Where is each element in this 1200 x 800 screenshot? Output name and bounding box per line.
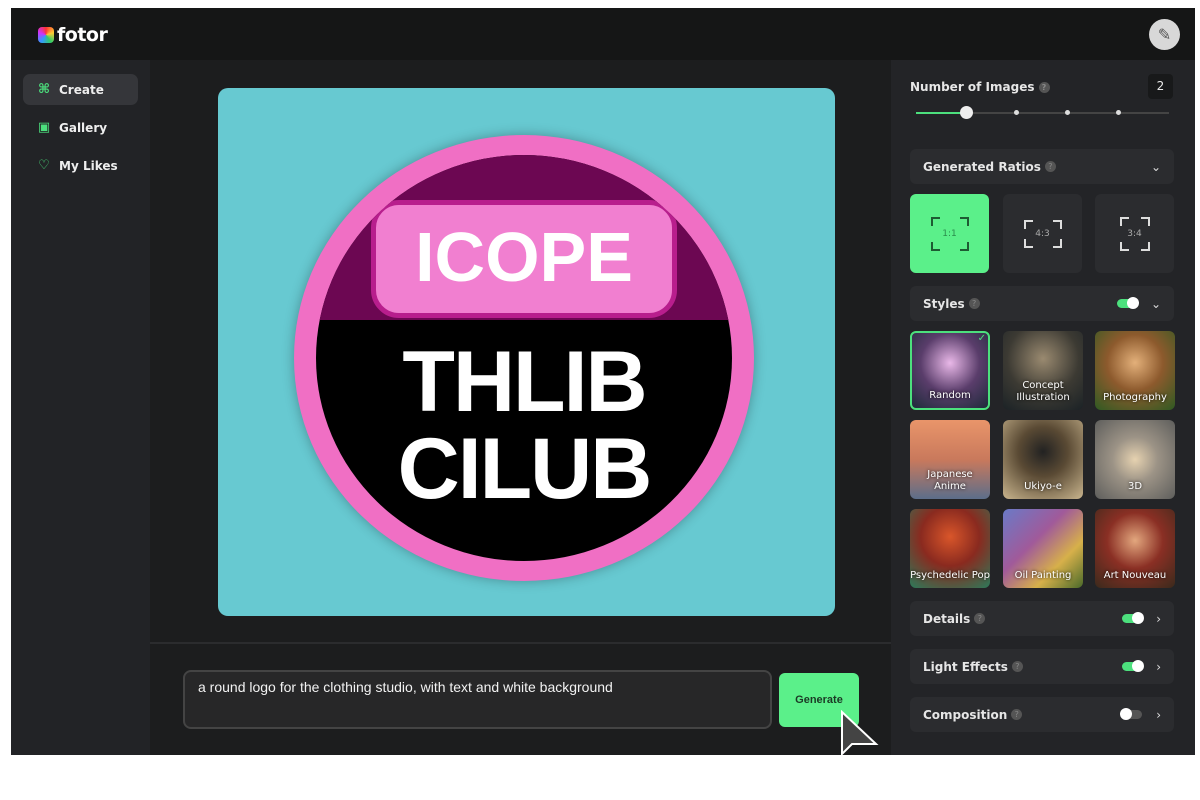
ratio-4-3[interactable]: 4:3 [1003,194,1082,273]
ratio-label: 1:1 [942,228,957,239]
sidebar: ⌘ Create ▣ Gallery ♡ My Likes [11,60,150,755]
style-japanese-anime[interactable]: Japanese Anime [910,420,990,499]
style-art-nouveau[interactable]: Art Nouveau [1095,509,1175,588]
sidebar-item-label: Create [59,82,104,97]
style-label: 3D [1127,481,1143,492]
styles-section[interactable]: Styles? ⌄ [910,286,1174,321]
generated-image[interactable]: ICOPE THLIB CILUB [218,88,835,616]
composition-toggle[interactable] [1120,708,1143,720]
gallery-icon: ▣ [37,120,51,135]
chevron-down-icon: ⌄ [1150,159,1161,174]
logo-top-text: ICOPE [371,200,677,318]
style-label: Ukiyo-e [1024,481,1062,492]
number-of-images-slider[interactable] [916,106,1169,119]
style-label: Oil Painting [1014,570,1072,581]
details-toggle[interactable] [1122,612,1145,624]
light-effects-toggle[interactable] [1122,660,1145,672]
details-label: Details [923,611,971,626]
number-of-images-label: Number of Images [910,80,1035,94]
divider [150,642,891,644]
styles-label: Styles [923,296,965,311]
style-ukiyo-e[interactable]: Ukiyo-e [1003,420,1083,499]
style-3d[interactable]: 3D [1095,420,1175,499]
chevron-down-icon: ⌄ [1150,296,1161,311]
light-effects-label: Light Effects [923,659,1008,674]
prompt-input[interactable]: a round logo for the clothing studio, wi… [183,670,772,729]
slider-handle[interactable] [960,106,973,119]
help-icon[interactable]: ? [974,613,986,624]
fotor-logo[interactable]: fotor [38,24,108,46]
chevron-right-icon: › [1156,707,1161,722]
settings-panel: Number of Images? 2 Generated Ratios? ⌄ 1… [891,60,1195,755]
sidebar-item-my-likes[interactable]: ♡ My Likes [23,150,138,181]
sidebar-item-label: My Likes [59,158,118,173]
ratios-label: Generated Ratios [923,159,1041,174]
header: fotor ✎ [11,8,1195,60]
style-concept-illustration[interactable]: Concept Illustration [1003,331,1083,410]
style-photography[interactable]: Photography [1095,331,1175,410]
user-avatar[interactable]: ✎ [1149,19,1180,50]
logo-line1: THLIB [402,334,647,430]
help-icon[interactable]: ? [1038,82,1050,93]
sidebar-item-label: Gallery [59,120,108,135]
sidebar-item-gallery[interactable]: ▣ Gallery [23,112,138,143]
ratio-label: 4:3 [1035,228,1050,239]
help-icon[interactable]: ? [1011,661,1023,672]
chevron-right-icon: › [1156,659,1161,674]
command-icon: ⌘ [37,82,51,97]
composition-label: Composition [923,707,1008,722]
composition-section[interactable]: Composition? › [910,697,1174,732]
generated-ratios-dropdown[interactable]: Generated Ratios? ⌄ [910,149,1174,184]
help-icon[interactable]: ? [1011,709,1023,720]
brand-name: fotor [57,24,108,46]
ratio-1-1[interactable]: 1:1 [910,194,989,273]
mouse-cursor-icon [841,710,879,755]
style-label: Japanese Anime [927,469,973,492]
logo-ring: ICOPE THLIB CILUB [294,135,754,581]
logo-line2: CILUB [397,421,653,517]
help-icon[interactable]: ? [1044,161,1056,172]
style-label: Art Nouveau [1103,570,1167,581]
check-icon: ✓ [977,333,986,344]
style-label: Psychedelic Pop [910,570,990,581]
style-psychedelic-pop[interactable]: Psychedelic Pop [910,509,990,588]
details-section[interactable]: Details? › [910,601,1174,636]
sidebar-item-create[interactable]: ⌘ Create [23,74,138,105]
logo-mark-icon [38,27,54,43]
app-window: fotor ✎ ⌘ Create ▣ Gallery ♡ My Likes ICOPE… [11,8,1195,755]
style-random[interactable]: ✓ Random [910,331,990,410]
style-label: Concept Illustration [1016,380,1070,403]
style-label: Photography [1103,392,1167,403]
main-area: ICOPE THLIB CILUB a round logo for the c… [150,60,891,755]
ratio-label: 3:4 [1127,228,1142,239]
style-label: Random [929,390,971,401]
help-icon[interactable]: ? [968,298,980,309]
heart-icon: ♡ [38,158,50,173]
chevron-right-icon: › [1156,611,1161,626]
light-effects-section[interactable]: Light Effects? › [910,649,1174,684]
styles-toggle[interactable] [1116,297,1139,309]
number-of-images-value: 2 [1148,74,1173,99]
ratio-3-4[interactable]: 3:4 [1095,194,1174,273]
style-oil-painting[interactable]: Oil Painting [1003,509,1083,588]
